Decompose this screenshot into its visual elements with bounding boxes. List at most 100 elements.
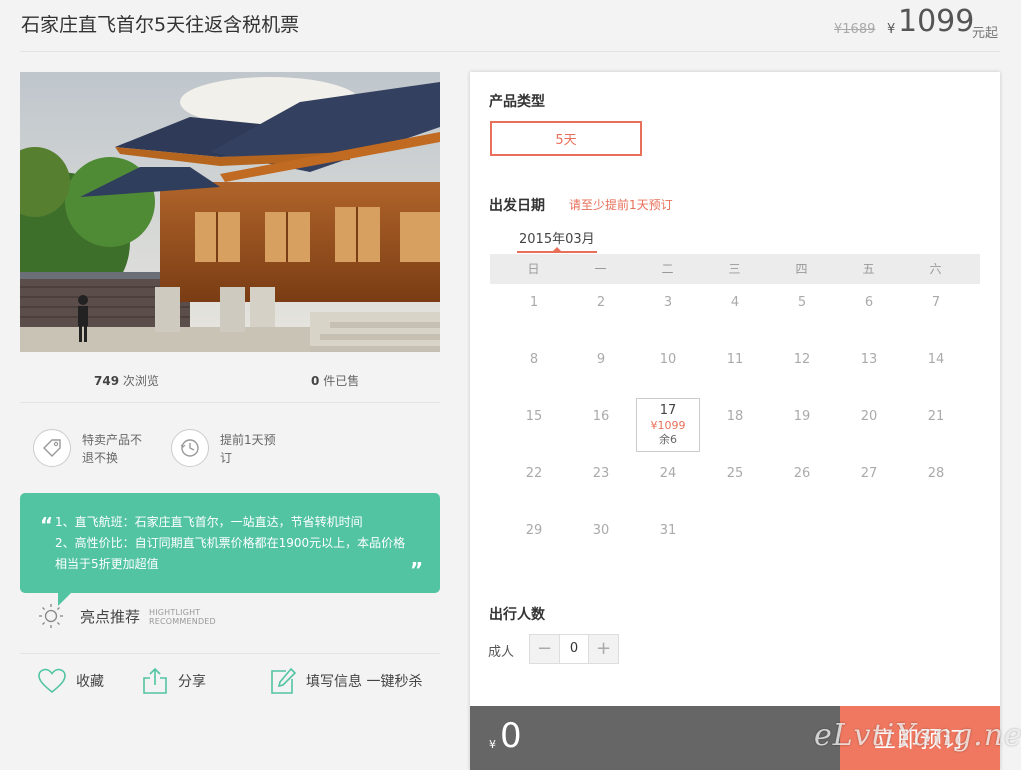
highlight-line-1: 1、直飞航班：石家庄直飞首尔，一站直达，节省转机时间	[55, 515, 363, 529]
day-number: 31	[659, 523, 677, 538]
sold-count: 0	[311, 374, 320, 388]
month-tab-underline	[517, 251, 597, 253]
day-number: 21	[927, 409, 945, 424]
stats-divider	[20, 402, 440, 403]
fill-info-button[interactable]: 填写信息 一键秒杀	[270, 667, 422, 695]
calendar-day: 23	[569, 455, 633, 509]
calendar-day: 3	[636, 284, 700, 338]
day-price: ¥1099	[650, 419, 686, 432]
share-button[interactable]: 分享	[142, 667, 206, 695]
close-quote-icon: ”	[410, 558, 424, 582]
views-stat: 749 次浏览	[94, 372, 159, 389]
day-number: 18	[726, 409, 744, 424]
no-refund-feature: 特卖产品不退不换	[82, 433, 143, 465]
calendar-day: 2	[569, 284, 633, 338]
day-number: 20	[860, 409, 878, 424]
day-number: 26	[793, 466, 811, 481]
calendar-day: 24	[636, 455, 700, 509]
calendar-day: 29	[502, 512, 566, 566]
calendar-day: 19	[770, 398, 834, 452]
departure-date-title: 出发日期	[489, 198, 545, 214]
day-number: 2	[596, 295, 606, 310]
views-count: 749	[94, 374, 120, 388]
day-number: 22	[525, 466, 543, 481]
weekday-label: 三	[728, 262, 741, 276]
day-number: 13	[860, 352, 878, 367]
highlight-title: 亮点推荐	[80, 608, 141, 626]
calendar-day: 8	[502, 341, 566, 395]
sold-label: 件已售	[323, 374, 360, 388]
calendar-day: 12	[770, 341, 834, 395]
decrement-button[interactable]: −	[530, 635, 559, 663]
fill-info-label: 填写信息 一键秒杀	[306, 674, 423, 690]
booking-panel: 产品类型 5天 出发日期 请至少提前1天预订 2015年03月 日一二三四五六 …	[470, 72, 1000, 770]
open-quote-icon: “	[40, 513, 54, 537]
calendar-day: 1	[502, 284, 566, 338]
calendar-weekday-header: 日一二三四五六	[490, 254, 980, 284]
highlight-line-2: 2、高性价比：自订同期直飞机票价格都在1900元以上，本品价格	[55, 536, 406, 550]
favorite-button[interactable]: 收藏	[38, 668, 104, 694]
weekday-label: 日	[527, 262, 540, 276]
calendar-day-available[interactable]: 17 ¥1099 余6	[636, 398, 700, 452]
month-tab[interactable]: 2015年03月	[519, 228, 595, 247]
current-price: 1099	[898, 4, 975, 39]
calendar-day: 16	[569, 398, 633, 452]
calendar-day: 28	[904, 455, 968, 509]
calendar-day: 20	[837, 398, 901, 452]
calendar-day: 4	[703, 284, 767, 338]
clock-history-icon	[171, 429, 209, 467]
tag-icon	[33, 429, 71, 467]
day-number: 16	[592, 409, 610, 424]
calendar-day: 31	[636, 512, 700, 566]
day-number: 27	[860, 466, 878, 481]
weekday-label: 一	[594, 262, 607, 276]
highlight-bubble: “ 1、直飞航班：石家庄直飞首尔，一站直达，节省转机时间 2、高性价比：自订同期…	[20, 493, 440, 593]
day-number: 17	[659, 403, 677, 418]
day-number: 11	[726, 352, 744, 367]
views-label: 次浏览	[122, 374, 159, 388]
calendar-day: 5	[770, 284, 834, 338]
highlight-subtitle-line-2: RECOMMENDED	[149, 617, 216, 626]
month-caret-icon	[553, 247, 561, 251]
sold-stat: 0 件已售	[311, 372, 359, 389]
departure-hint: 请至少提前1天预订	[569, 198, 673, 212]
calendar-day: 21	[904, 398, 968, 452]
calendar-day: 25	[703, 455, 767, 509]
weekday-label: 二	[661, 262, 674, 276]
day-number: 28	[927, 466, 945, 481]
day-number: 25	[726, 466, 744, 481]
calendar-day: 13	[837, 341, 901, 395]
original-price: ¥1689	[834, 22, 876, 37]
product-photo	[20, 72, 440, 352]
heart-icon	[38, 668, 66, 694]
day-number: 30	[592, 523, 610, 538]
product-type-title: 产品类型	[489, 94, 545, 110]
share-icon	[143, 667, 167, 694]
increment-button[interactable]: +	[589, 635, 618, 663]
share-label: 分享	[178, 674, 206, 690]
day-number: 19	[793, 409, 811, 424]
day-number: 10	[659, 352, 677, 367]
advance-booking-feature: 提前1天预订	[220, 433, 276, 465]
day-number: 15	[525, 409, 543, 424]
day-number: 9	[596, 352, 606, 367]
calendar-day: 9	[569, 341, 633, 395]
day-number: 1	[529, 295, 539, 310]
calendar-day: 10	[636, 341, 700, 395]
adult-count-input[interactable]: 0	[559, 635, 589, 663]
page-title: 石家庄直飞首尔5天往返含税机票	[21, 14, 300, 36]
adult-quantity-stepper: − 0 +	[529, 634, 619, 664]
day-number: 14	[927, 352, 945, 367]
sun-icon	[38, 603, 64, 633]
day-number: 29	[525, 523, 543, 538]
price-currency: ¥	[887, 22, 896, 37]
calendar-day: 11	[703, 341, 767, 395]
highlight-subtitle: HIGHTLIGHT RECOMMENDED	[149, 608, 216, 626]
calendar-day: 18	[703, 398, 767, 452]
calendar-day: 22	[502, 455, 566, 509]
product-type-option[interactable]: 5天	[490, 121, 642, 156]
calendar-day: 30	[569, 512, 633, 566]
weekday-label: 五	[862, 262, 875, 276]
header-divider	[20, 51, 1000, 52]
travelers-title: 出行人数	[489, 607, 545, 623]
